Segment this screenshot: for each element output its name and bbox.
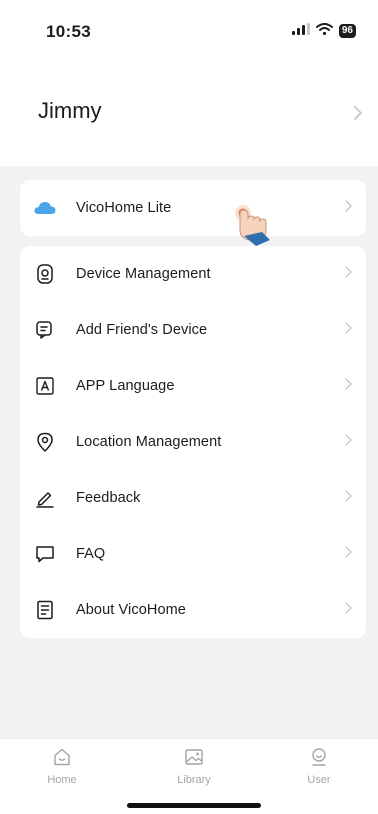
vicohome-lite-card: VicoHome Lite [20, 180, 366, 236]
menu-item-label: Add Friend's Device [76, 322, 208, 338]
menu-item-faq[interactable]: FAQ [20, 526, 366, 582]
tab-label: User [307, 774, 331, 786]
menu-item-vicohome-lite[interactable]: VicoHome Lite [20, 180, 366, 236]
menu-item-label: Location Management [76, 434, 222, 450]
tab-user[interactable]: User [279, 747, 359, 786]
chevron-right-icon [354, 106, 362, 125]
home-indicator [127, 803, 261, 808]
tab-library[interactable]: Library [154, 747, 234, 786]
menu-item-about-vicohome[interactable]: About VicoHome [20, 582, 366, 638]
signal-icon [291, 22, 310, 40]
chat-bubble-icon [34, 543, 56, 565]
menu-item-label: APP Language [76, 378, 175, 394]
share-device-icon [34, 319, 56, 341]
pen-icon [34, 487, 56, 509]
image-icon [184, 749, 204, 771]
status-time: 10:53 [46, 22, 91, 41]
menu-item-label: About VicoHome [76, 602, 186, 618]
user-icon [309, 748, 329, 771]
wifi-icon [315, 22, 333, 40]
tab-label: Library [177, 774, 211, 786]
menu-item-label: FAQ [76, 546, 106, 562]
status-bar: 10:53 96 [0, 0, 378, 56]
chevron-right-icon [345, 433, 352, 451]
cloud-icon [34, 197, 56, 219]
battery-icon: 96 [338, 24, 356, 38]
menu-item-label: VicoHome Lite [76, 200, 172, 216]
home-icon [52, 748, 72, 771]
language-icon [34, 375, 56, 397]
menu-item-label: Feedback [76, 490, 141, 506]
chevron-right-icon [345, 199, 352, 217]
document-icon [34, 599, 56, 621]
menu-item-feedback[interactable]: Feedback [20, 470, 366, 526]
camera-icon [34, 263, 56, 285]
tab-label: Home [47, 774, 77, 786]
location-pin-icon [34, 431, 56, 453]
menu-item-device-management[interactable]: Device Management [20, 246, 366, 302]
chevron-right-icon [345, 601, 352, 619]
menu-item-add-friends-device[interactable]: Add Friend's Device [20, 302, 366, 358]
menu-item-location-management[interactable]: Location Management [20, 414, 366, 470]
chevron-right-icon [345, 489, 352, 507]
chevron-right-icon [345, 545, 352, 563]
chevron-right-icon [345, 321, 352, 339]
tab-home[interactable]: Home [22, 747, 102, 786]
user-name: Jimmy [38, 98, 102, 123]
status-icons: 96 [291, 22, 356, 40]
profile-header[interactable]: Jimmy [0, 56, 378, 166]
settings-menu: Device Management Add Friend's Device AP… [20, 246, 366, 638]
chevron-right-icon [345, 265, 352, 283]
chevron-right-icon [345, 377, 352, 395]
menu-item-label: Device Management [76, 266, 211, 282]
menu-item-app-language[interactable]: APP Language [20, 358, 366, 414]
